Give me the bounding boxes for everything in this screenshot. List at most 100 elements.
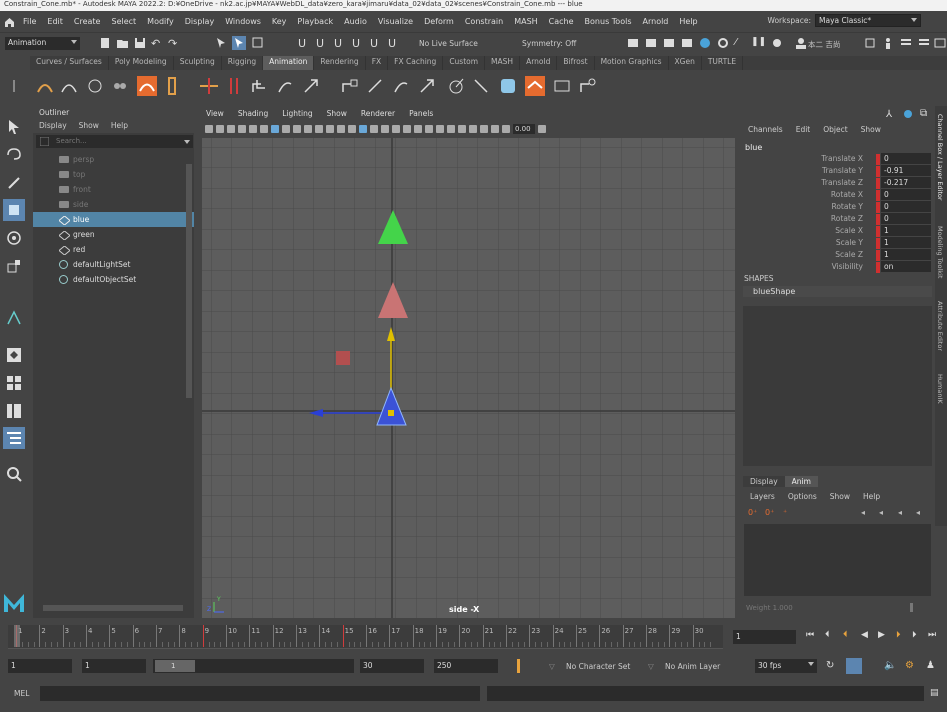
motion-trail-icon[interactable] [137, 76, 157, 96]
menu-help[interactable]: Help [679, 17, 697, 26]
step-back-key-icon[interactable]: ⏴ [843, 630, 848, 640]
range-bar[interactable]: 1 [153, 659, 354, 673]
tool-settings-toggle-icon[interactable] [918, 37, 930, 49]
menu-cache[interactable]: Cache [549, 17, 574, 26]
viewport-menu-view[interactable]: View [206, 106, 224, 121]
tangent-constraint-icon[interactable] [473, 78, 491, 94]
outliner-item-side[interactable]: side [33, 197, 194, 212]
ipr-render-icon[interactable] [663, 37, 675, 49]
screen-space-ao-icon[interactable] [414, 125, 422, 133]
outliner-item-persp[interactable]: persp [33, 152, 194, 167]
grease-pencil-icon[interactable] [260, 125, 268, 133]
range-handle[interactable]: 1 [155, 660, 195, 672]
viewport-menu-panels[interactable]: Panels [409, 106, 433, 121]
snap-point-icon[interactable]: ᑌ [334, 37, 346, 50]
channel-box-expand-icon[interactable]: ⧉ [920, 108, 927, 119]
attr-translate-z[interactable]: Translate Z -0.217 [740, 177, 931, 189]
shelf-tab-animation[interactable]: Animation [263, 56, 315, 70]
undo-icon[interactable]: ↶ [151, 37, 163, 50]
red-locator[interactable] [336, 351, 350, 365]
menu-constrain[interactable]: Constrain [465, 17, 503, 26]
depth-of-field-icon[interactable] [447, 125, 455, 133]
keyframe-marker[interactable] [202, 625, 204, 647]
attr-value[interactable]: on [881, 261, 931, 272]
channel-object-menu[interactable]: Object [823, 125, 847, 134]
current-frame-field[interactable]: 1 [733, 630, 796, 644]
attr-value[interactable]: 1 [881, 249, 931, 260]
layer-options-menu[interactable]: Options [788, 492, 817, 501]
layer-tab-anim[interactable]: Anim [784, 476, 818, 487]
playblast-icon[interactable] [499, 77, 517, 95]
anim-layer-list[interactable] [744, 524, 931, 596]
character-icon[interactable]: ♟ [926, 660, 935, 671]
new-anim-layer-icon[interactable]: 0⁺ [748, 508, 757, 517]
gamma-icon[interactable] [538, 125, 546, 133]
outliner-item-red[interactable]: red [33, 242, 194, 257]
side-viewport[interactable]: Y Z side -X [202, 138, 735, 618]
save-scene-icon[interactable] [134, 37, 146, 49]
snap-grid-icon[interactable]: ᑌ [298, 37, 310, 50]
shadows-icon[interactable] [403, 125, 411, 133]
attr-rotate-y[interactable]: Rotate Y 0 [740, 201, 931, 213]
new-anim-layer-selected-icon[interactable]: 0⁺ [765, 508, 774, 517]
geometry-constraint-icon[interactable] [419, 78, 437, 94]
lasso-tool-icon[interactable] [3, 144, 25, 166]
orient-constraint-icon[interactable] [303, 78, 321, 94]
outliner-item-top[interactable]: top [33, 167, 194, 182]
weight-slider[interactable] [910, 603, 913, 612]
anim-layer-dropdown[interactable]: No Anim Layer [665, 662, 720, 671]
open-scene-icon[interactable] [117, 37, 129, 49]
hypershade-icon[interactable] [699, 37, 711, 49]
step-back-frame-icon[interactable]: ⏴ [825, 630, 830, 640]
select-component-icon[interactable] [252, 37, 264, 49]
channel-box-options-icon[interactable]: ⅄ [886, 109, 892, 120]
layers-menu[interactable]: Layers [750, 492, 775, 501]
menu-select[interactable]: Select [111, 17, 136, 26]
cache-playback-icon[interactable] [846, 658, 862, 674]
go-to-start-icon[interactable]: ⏮ [806, 630, 814, 640]
step-forward-frame-icon[interactable]: ⏵ [912, 630, 917, 640]
point-constraint-icon[interactable] [277, 78, 295, 94]
viewport-menu-lighting[interactable]: Lighting [282, 106, 312, 121]
single-perspective-layout-icon[interactable] [3, 344, 25, 366]
attr-value[interactable]: 0 [881, 213, 931, 224]
dope-sheet-icon[interactable] [87, 78, 103, 94]
pole-vector-icon[interactable] [393, 78, 411, 94]
outliner-item-green[interactable]: green [33, 227, 194, 242]
side-tab-humanik[interactable]: HumanIK [936, 374, 944, 404]
menu-playback[interactable]: Playback [297, 17, 333, 26]
attr-value[interactable]: 0 [881, 201, 931, 212]
time-editor-icon[interactable] [525, 76, 545, 96]
graph-editor-icon[interactable] [61, 78, 77, 94]
shelf-tab-custom[interactable]: Custom [443, 56, 486, 70]
wireframe-icon[interactable] [348, 125, 356, 133]
normal-constraint-icon[interactable] [447, 78, 465, 94]
render-setup-icon[interactable] [717, 37, 729, 49]
select-camera-icon[interactable] [205, 125, 213, 133]
smooth-shade-icon[interactable] [359, 125, 367, 133]
modeling-toolkit-icon[interactable] [864, 37, 876, 49]
menu-edit[interactable]: Edit [47, 17, 63, 26]
safe-title-icon[interactable] [337, 125, 345, 133]
symmetry-dropdown[interactable]: Symmetry: Off [522, 39, 576, 48]
key-settings-icon[interactable]: ⚙ [905, 660, 914, 671]
animation-end-field[interactable]: 250 [434, 659, 498, 673]
layer-lock-icon[interactable]: ◂ [916, 508, 920, 517]
layer-help-menu[interactable]: Help [863, 492, 880, 501]
channel-edit-menu[interactable]: Edit [796, 125, 811, 134]
ghost-icon[interactable] [164, 77, 180, 95]
outliner-search-input[interactable]: Search... [36, 135, 193, 148]
channel-box-toggle-icon[interactable] [934, 37, 946, 49]
scale-constraint-icon[interactable] [341, 78, 359, 94]
shelf-tab-fx-caching[interactable]: FX Caching [388, 56, 444, 70]
move-tool-icon[interactable] [3, 199, 25, 221]
fps-dropdown[interactable]: 30 fps [755, 659, 817, 673]
outliner-horizontal-scrollbar[interactable] [43, 605, 183, 611]
command-language-toggle[interactable]: MEL [14, 689, 29, 698]
render-current-frame-icon[interactable] [645, 37, 657, 49]
shelf-tab-rendering[interactable]: Rendering [314, 56, 366, 70]
outliner-menu-help[interactable]: Help [111, 119, 128, 133]
character-set-caret[interactable]: ▽ [549, 662, 555, 671]
shelf-tab-bifrost[interactable]: Bifrost [557, 56, 595, 70]
menu-audio[interactable]: Audio [344, 17, 367, 26]
